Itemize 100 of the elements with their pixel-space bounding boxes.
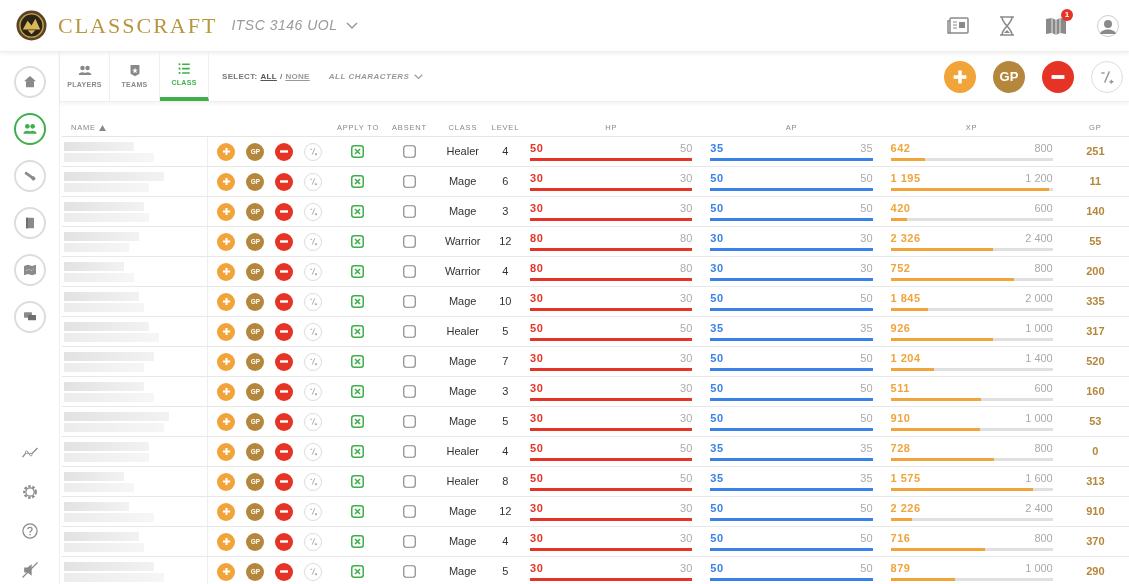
checkbox-icon[interactable]	[402, 295, 416, 308]
checked-checkbox-icon[interactable]	[351, 415, 365, 428]
checkbox-icon[interactable]	[402, 145, 416, 158]
newspaper-icon[interactable]	[947, 16, 969, 35]
custom-points-button[interactable]	[304, 322, 323, 341]
custom-points-button[interactable]	[304, 412, 323, 431]
avatar-icon[interactable]	[1097, 14, 1119, 37]
add-points-button[interactable]	[217, 262, 236, 281]
minus-icon	[279, 449, 290, 454]
add-points-button[interactable]	[217, 322, 236, 341]
checked-checkbox-icon[interactable]	[351, 325, 365, 338]
remove-points-button[interactable]	[275, 262, 294, 281]
checked-checkbox-icon[interactable]	[351, 235, 365, 248]
plus-icon	[952, 68, 968, 85]
course-dropdown[interactable]: ITSC 3146 UOL	[231, 15, 358, 36]
checkbox-icon[interactable]	[402, 235, 416, 248]
remove-points-button[interactable]	[275, 322, 294, 341]
add-points-button[interactable]	[217, 142, 236, 161]
custom-points-button[interactable]	[304, 532, 323, 551]
remove-points-button[interactable]	[275, 232, 294, 251]
stat-max: 35	[860, 441, 873, 456]
custom-points-button[interactable]	[304, 382, 323, 401]
checked-checkbox-icon[interactable]	[351, 505, 365, 518]
custom-points-button[interactable]	[304, 352, 323, 371]
add-points-button[interactable]	[217, 442, 236, 461]
add-points-button[interactable]	[217, 232, 236, 251]
remove-points-button[interactable]	[275, 562, 294, 581]
custom-points-button[interactable]	[304, 172, 323, 191]
checked-checkbox-icon[interactable]	[351, 475, 365, 488]
custom-points-button[interactable]	[304, 562, 323, 581]
checkbox-icon[interactable]	[402, 205, 416, 218]
custom-points-button[interactable]	[304, 142, 323, 161]
checked-checkbox-icon[interactable]	[351, 445, 365, 458]
checkbox-icon[interactable]	[402, 415, 416, 428]
checkbox-icon[interactable]	[402, 325, 416, 338]
custom-points-button[interactable]	[304, 232, 323, 251]
custom-points-button[interactable]	[1091, 60, 1123, 93]
remove-points-button[interactable]	[275, 352, 294, 371]
checked-checkbox-icon[interactable]	[351, 355, 365, 368]
checkbox-icon[interactable]	[402, 445, 416, 458]
checked-checkbox-icon[interactable]	[351, 265, 365, 278]
checked-checkbox-icon[interactable]	[351, 175, 365, 188]
add-points-button[interactable]	[217, 352, 236, 371]
checkbox-icon[interactable]	[402, 475, 416, 488]
sidebar-button[interactable]	[13, 113, 46, 145]
custom-points-button[interactable]	[304, 472, 323, 491]
custom-points-button[interactable]	[304, 202, 323, 221]
remove-points-button[interactable]	[275, 142, 294, 161]
checked-checkbox-icon[interactable]	[351, 535, 365, 548]
checkbox-icon[interactable]	[402, 265, 416, 278]
stat-value: 511	[890, 381, 910, 396]
remove-points-button[interactable]	[275, 172, 294, 191]
gp-button[interactable]: GP	[993, 60, 1025, 93]
add-points-button[interactable]	[217, 412, 236, 431]
stat-value: 1 195	[890, 171, 921, 186]
plus-icon	[221, 237, 231, 246]
map-book-icon[interactable]	[1045, 16, 1067, 35]
select-none-link[interactable]: NONE	[285, 70, 310, 83]
checked-checkbox-icon[interactable]	[351, 295, 365, 308]
checked-checkbox-icon[interactable]	[351, 205, 365, 218]
remove-points-button[interactable]	[275, 472, 294, 491]
add-points-button[interactable]	[217, 472, 236, 491]
add-points-button[interactable]	[217, 292, 236, 311]
add-points-button[interactable]	[217, 202, 236, 221]
remove-points-button[interactable]	[275, 292, 294, 311]
custom-points-button[interactable]	[304, 502, 323, 521]
remove-points-button[interactable]	[275, 202, 294, 221]
remove-points-button[interactable]	[275, 502, 294, 521]
custom-points-button[interactable]	[304, 262, 323, 281]
custom-points-button[interactable]	[304, 292, 323, 311]
checkbox-icon[interactable]	[402, 385, 416, 398]
stat-value: 1 575	[890, 471, 921, 486]
remove-points-button[interactable]	[1042, 60, 1074, 93]
checkbox-icon[interactable]	[402, 355, 416, 368]
checkbox-icon[interactable]	[402, 505, 416, 518]
add-points-button[interactable]	[217, 532, 236, 551]
character-filter-dropdown[interactable]: ALL CHARACTERS	[328, 52, 424, 101]
custom-points-button[interactable]	[304, 442, 323, 461]
remove-points-button[interactable]	[275, 382, 294, 401]
help-icon[interactable]	[19, 521, 40, 541]
checkbox-icon[interactable]	[402, 565, 416, 578]
remove-points-button[interactable]	[275, 412, 294, 431]
minus-icon	[279, 539, 290, 544]
hourglass-icon[interactable]	[999, 15, 1015, 36]
checked-checkbox-icon[interactable]	[351, 565, 365, 578]
remove-points-button[interactable]	[275, 442, 294, 461]
checkbox-icon[interactable]	[402, 535, 416, 548]
stat-value: 879	[890, 561, 911, 576]
select-all-link[interactable]: ALL	[260, 70, 277, 83]
checkbox-icon[interactable]	[402, 175, 416, 188]
add-points-button[interactable]	[944, 60, 976, 93]
add-points-button[interactable]	[217, 172, 236, 191]
add-points-button[interactable]	[217, 562, 236, 581]
checked-checkbox-icon[interactable]	[351, 385, 365, 398]
checked-checkbox-icon[interactable]	[351, 145, 365, 158]
add-points-button[interactable]	[217, 502, 236, 521]
add-points-button[interactable]	[217, 382, 236, 401]
stat-max: 50	[860, 411, 873, 426]
gp-amount: 910	[1086, 504, 1105, 520]
remove-points-button[interactable]	[275, 532, 294, 551]
